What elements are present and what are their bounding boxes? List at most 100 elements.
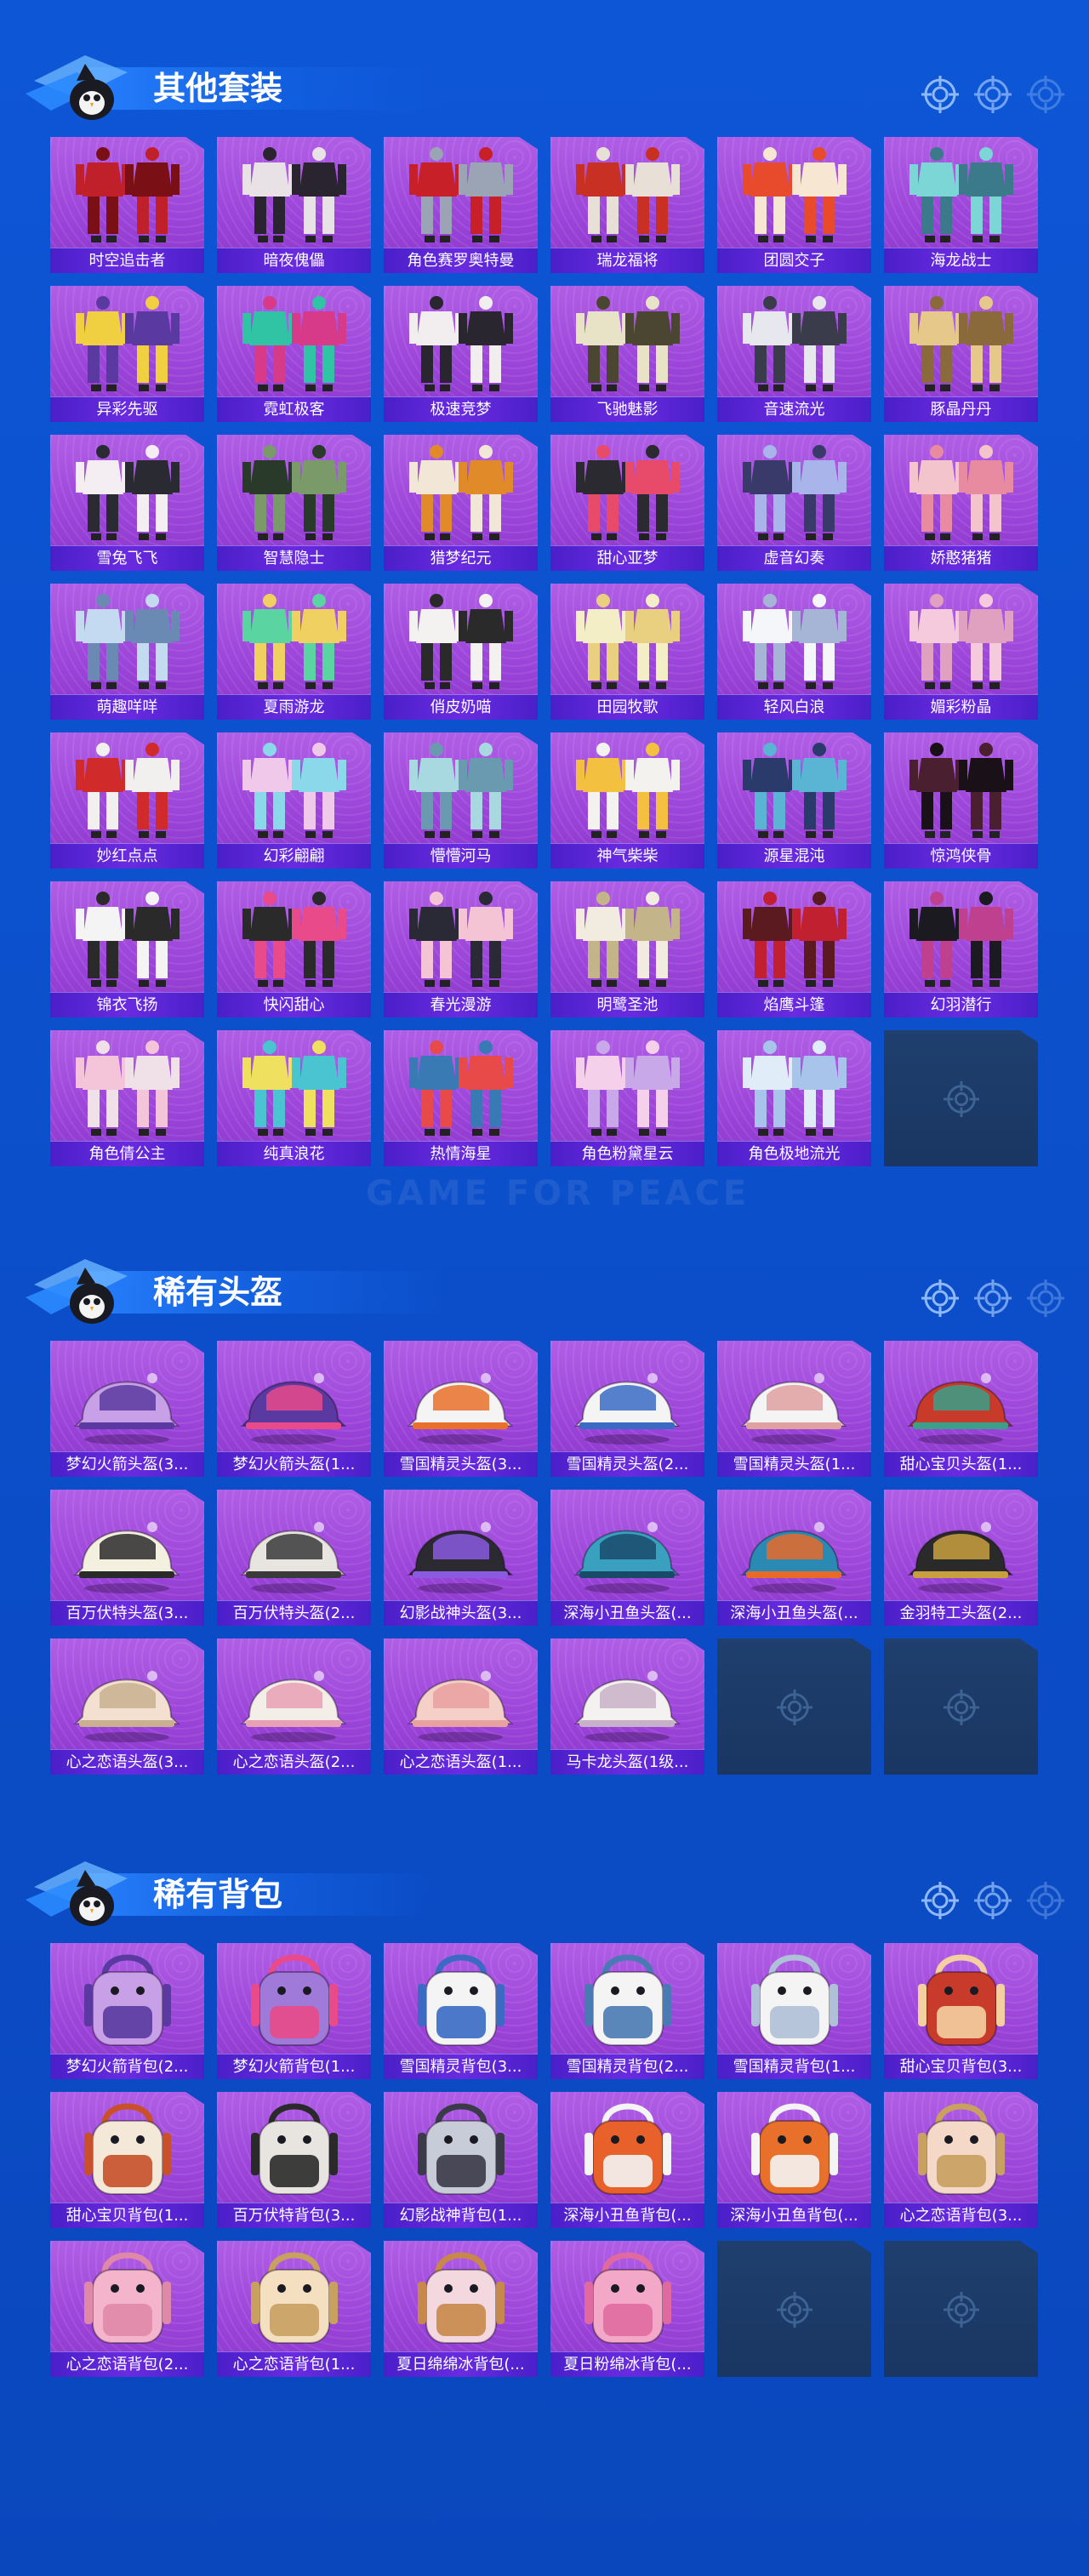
outfit-item-card[interactable]: 暗夜傀儡	[217, 137, 371, 273]
helmet-item-card[interactable]: 深海小丑鱼头盔(...	[717, 1490, 871, 1626]
outfit-item-card[interactable]: 团圆交子	[717, 137, 871, 273]
outfit-item-card[interactable]: 角色极地流光	[717, 1030, 871, 1166]
crosshair-deco-icon	[1027, 1279, 1064, 1317]
outfit-item-card[interactable]: 异彩先驱	[50, 286, 204, 422]
outfit-item-card[interactable]: 猎梦纪元	[384, 435, 538, 571]
helmet-thumbnail-icon	[550, 1344, 704, 1450]
outfit-item-card[interactable]: 极速竞梦	[384, 286, 538, 422]
outfit-item-card[interactable]: 焰鹰斗篷	[717, 881, 871, 1017]
outfit-item-card[interactable]: 萌趣咩咩	[50, 584, 204, 720]
outfit-item-card[interactable]: 夏雨游龙	[217, 584, 371, 720]
outfit-item-card[interactable]: 飞驰魅影	[550, 286, 704, 422]
backpack-item-card[interactable]: 夏日粉绵冰背包(...	[550, 2241, 704, 2377]
item-name-label: 春光漫游	[384, 992, 538, 1017]
helmet-item-card[interactable]: 马卡龙头盔(1级...	[550, 1638, 704, 1775]
helmet-item-card[interactable]: 梦幻火箭头盔(1...	[217, 1341, 371, 1477]
outfit-item-card[interactable]: 惊鸿侠骨	[884, 732, 1038, 869]
backpack-item-card[interactable]: 心之恋语背包(2...	[50, 2241, 204, 2377]
helmet-item-card[interactable]: 心之恋语头盔(2...	[217, 1638, 371, 1775]
outfit-item-card[interactable]: 媚彩粉晶	[884, 584, 1038, 720]
outfit-item-card[interactable]: 源星混沌	[717, 732, 871, 869]
helmet-item-card[interactable]: 百万伏特头盔(3...	[50, 1490, 204, 1626]
backpack-item-card[interactable]: 幻影战神背包(1...	[384, 2092, 538, 2228]
outfit-item-card[interactable]: 智慧隐士	[217, 435, 371, 571]
outfit-item-card[interactable]: 快闪甜心	[217, 881, 371, 1017]
helmet-thumbnail-icon	[550, 1642, 704, 1747]
helmet-thumbnail-icon	[884, 1344, 1038, 1450]
helmet-item-card[interactable]: 梦幻火箭头盔(3...	[50, 1341, 204, 1477]
outfit-thumbnail-icon	[884, 587, 1038, 692]
helmet-item-card[interactable]: 雪国精灵头盔(3...	[384, 1341, 538, 1477]
outfit-thumbnail-icon	[717, 1034, 871, 1139]
outfit-item-card[interactable]: 俏皮奶喵	[384, 584, 538, 720]
section-header: 稀有背包	[26, 1853, 1064, 1938]
outfit-item-card[interactable]: 角色赛罗奥特曼	[384, 137, 538, 273]
outfit-item-card[interactable]: 虚音幻奏	[717, 435, 871, 571]
outfit-item-card[interactable]: 幻羽潜行	[884, 881, 1038, 1017]
outfit-item-card[interactable]: 春光漫游	[384, 881, 538, 1017]
outfit-item-card[interactable]: 角色粉黛星云	[550, 1030, 704, 1166]
helmet-item-card[interactable]: 心之恋语头盔(1...	[384, 1638, 538, 1775]
crosshair-placeholder-icon	[777, 1690, 812, 1725]
outfit-item-card[interactable]: 娇憨猪猪	[884, 435, 1038, 571]
outfit-item-card[interactable]: 锦衣飞扬	[50, 881, 204, 1017]
outfit-item-card[interactable]: 妙红点点	[50, 732, 204, 869]
helmet-item-card[interactable]: 雪国精灵头盔(2...	[550, 1341, 704, 1477]
crosshair-deco-icon	[974, 76, 1012, 113]
helmet-item-card[interactable]: 心之恋语头盔(3...	[50, 1638, 204, 1775]
item-name-label: 猎梦纪元	[384, 545, 538, 571]
outfit-item-card[interactable]: 豚晶丹丹	[884, 286, 1038, 422]
outfit-item-card[interactable]: 热情海星	[384, 1030, 538, 1166]
helmet-thumbnail-icon	[217, 1493, 371, 1599]
backpack-item-card[interactable]: 甜心宝贝背包(3...	[884, 1943, 1038, 2079]
backpack-item-card[interactable]: 心之恋语背包(1...	[217, 2241, 371, 2377]
helmet-item-card[interactable]: 深海小丑鱼头盔(...	[550, 1490, 704, 1626]
helmet-thumbnail-icon	[217, 1642, 371, 1747]
outfit-item-card[interactable]: 田园牧歌	[550, 584, 704, 720]
backpack-item-card[interactable]: 夏日绵绵冰背包(...	[384, 2241, 538, 2377]
backpack-item-card[interactable]: 深海小丑鱼背包(...	[717, 2092, 871, 2228]
outfit-item-card[interactable]: 轻风白浪	[717, 584, 871, 720]
outfit-item-card[interactable]: 雪兔飞飞	[50, 435, 204, 571]
outfit-item-card[interactable]: 纯真浪花	[217, 1030, 371, 1166]
backpack-item-card[interactable]: 心之恋语背包(3...	[884, 2092, 1038, 2228]
outfit-item-card[interactable]: 时空追击者	[50, 137, 204, 273]
outfit-item-card[interactable]: 甜心亚梦	[550, 435, 704, 571]
outfit-thumbnail-icon	[717, 736, 871, 841]
backpack-item-card[interactable]: 梦幻火箭背包(2...	[50, 1943, 204, 2079]
outfit-thumbnail-icon	[217, 289, 371, 395]
helmet-item-card[interactable]: 甜心宝贝头盔(1...	[884, 1341, 1038, 1477]
item-name-label: 梦幻火箭背包(1...	[217, 2054, 371, 2079]
item-name-label: 雪国精灵头盔(2...	[550, 1451, 704, 1477]
outfit-item-card[interactable]: 角色倩公主	[50, 1030, 204, 1166]
helmet-item-card[interactable]: 雪国精灵头盔(1...	[717, 1341, 871, 1477]
backpack-item-card[interactable]: 深海小丑鱼背包(...	[550, 2092, 704, 2228]
helmet-thumbnail-icon	[50, 1642, 204, 1747]
backpack-thumbnail-icon	[717, 2095, 871, 2201]
outfit-item-card[interactable]: 幻彩翩翩	[217, 732, 371, 869]
item-name-label: 心之恋语背包(2...	[50, 2351, 204, 2377]
backpack-item-card[interactable]: 雪国精灵背包(1...	[717, 1943, 871, 2079]
item-name-label: 纯真浪花	[217, 1141, 371, 1166]
background-watermark: GAME FOR PEACE	[366, 1174, 750, 1213]
item-name-label: 暗夜傀儡	[217, 248, 371, 273]
outfit-item-card[interactable]: 霓虹极客	[217, 286, 371, 422]
outfit-item-card[interactable]: 音速流光	[717, 286, 871, 422]
outfit-thumbnail-icon	[550, 587, 704, 692]
item-name-label: 夏日粉绵冰背包(...	[550, 2351, 704, 2377]
outfit-item-card[interactable]: 懵懵河马	[384, 732, 538, 869]
helmet-thumbnail-icon	[717, 1344, 871, 1450]
backpack-item-card[interactable]: 雪国精灵背包(2...	[550, 1943, 704, 2079]
outfit-item-card[interactable]: 瑞龙福将	[550, 137, 704, 273]
outfit-item-card[interactable]: 神气柴柴	[550, 732, 704, 869]
outfit-item-card[interactable]: 明鹭圣池	[550, 881, 704, 1017]
backpack-item-card[interactable]: 梦幻火箭背包(1...	[217, 1943, 371, 2079]
backpack-item-card[interactable]: 甜心宝贝背包(1...	[50, 2092, 204, 2228]
outfit-item-card[interactable]: 海龙战士	[884, 137, 1038, 273]
backpack-item-card[interactable]: 百万伏特背包(3...	[217, 2092, 371, 2228]
helmet-item-card[interactable]: 百万伏特头盔(2...	[217, 1490, 371, 1626]
helmet-item-card[interactable]: 金羽特工头盔(2...	[884, 1490, 1038, 1626]
backpack-item-card[interactable]: 雪国精灵背包(3...	[384, 1943, 538, 2079]
helmet-item-card[interactable]: 幻影战神头盔(3...	[384, 1490, 538, 1626]
outfit-thumbnail-icon	[550, 289, 704, 395]
